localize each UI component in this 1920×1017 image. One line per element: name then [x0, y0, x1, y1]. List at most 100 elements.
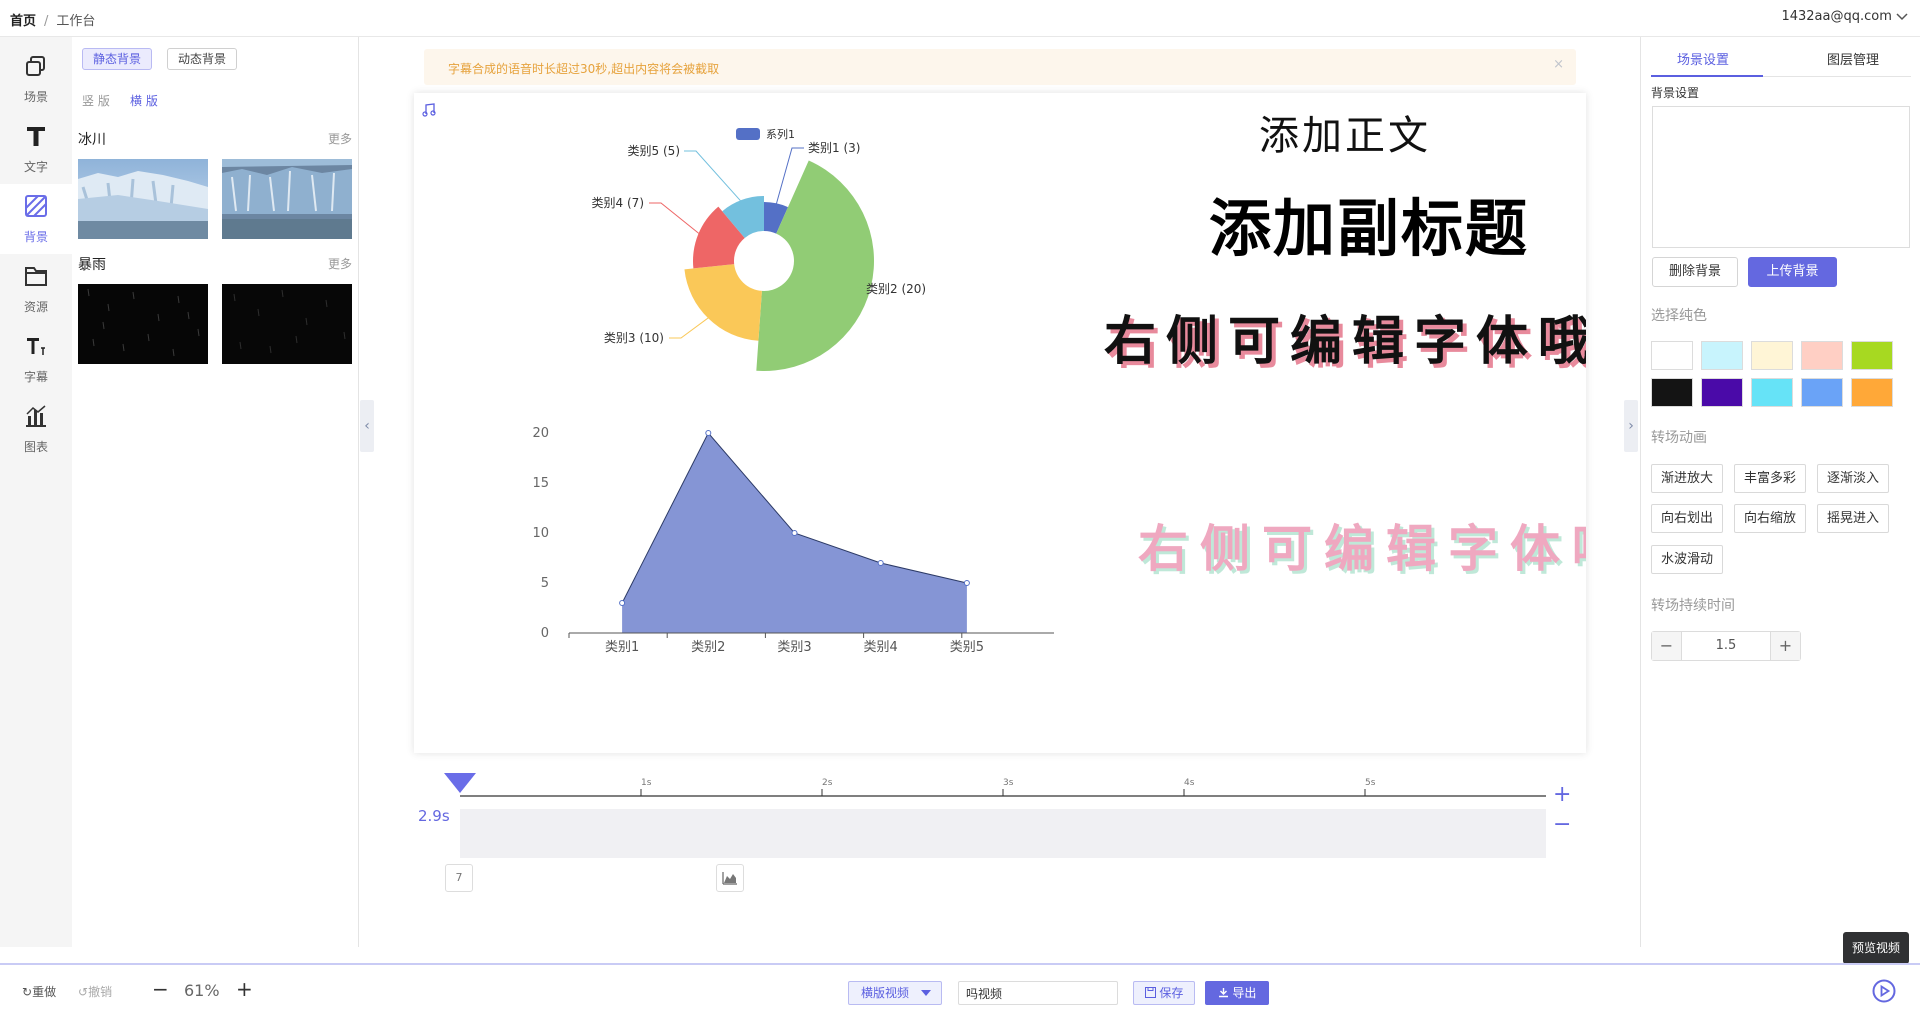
ruler-tick-label: 5s	[1365, 778, 1376, 788]
gradient-text[interactable]: 右侧可编辑字体哦	[1138, 509, 1586, 581]
duration-increase-button[interactable]: +	[1770, 632, 1800, 660]
pie-slice[interactable]	[756, 160, 874, 372]
more-link-glacier[interactable]: 更多	[328, 130, 352, 147]
color-swatch[interactable]	[1701, 341, 1743, 370]
pie-chart[interactable]: 类别1 (3) 类别2 (20) 类别3 (10) 类别4 (7) 类别5 (5) 系列…	[414, 93, 1014, 383]
sidebar-item-scene[interactable]: 场景	[0, 44, 72, 114]
playhead-icon[interactable]	[444, 773, 476, 795]
sidebar-item-subtitle[interactable]: 字幕	[0, 324, 72, 394]
save-button[interactable]: 保存	[1133, 981, 1195, 1005]
duration-decrease-button[interactable]: −	[1652, 632, 1682, 660]
orientation-landscape[interactable]: 横 版	[130, 92, 158, 109]
rainstorm-thumbnail[interactable]	[78, 284, 208, 364]
timeline-zoom-out-button[interactable]: −	[1553, 814, 1571, 836]
delete-background-button[interactable]: 删除背景	[1652, 257, 1738, 287]
zoom-level: 61%	[184, 981, 220, 1000]
transition-zoom-right[interactable]: 向右缩放	[1734, 504, 1807, 533]
collapse-left-handle[interactable]: ‹	[360, 400, 374, 452]
color-swatch[interactable]	[1751, 341, 1793, 370]
section-title-glacier: 冰川	[78, 132, 106, 148]
notice-text: 字幕合成的语音时长超过30秒,超出内容将会被截取	[448, 62, 720, 76]
tab-dynamic-background[interactable]: 动态背景	[167, 48, 238, 70]
save-label: 保存	[1159, 986, 1184, 1000]
data-point[interactable]	[619, 600, 626, 606]
pie-slice[interactable]	[684, 264, 762, 341]
undo-icon: ↺	[78, 985, 89, 999]
breadcrumb-separator: /	[44, 14, 49, 29]
data-point[interactable]	[705, 430, 712, 436]
color-swatch[interactable]	[1851, 341, 1893, 370]
upload-background-button[interactable]: 上传背景	[1748, 257, 1837, 287]
transition-slide-right[interactable]: 向右划出	[1651, 504, 1724, 533]
video-format-select[interactable]: 横版视频	[848, 981, 942, 1005]
styled-text[interactable]: 右侧可编辑字体哦	[1104, 299, 1586, 374]
timeline-ruler[interactable]: 1s 2s 3s 4s 5s	[460, 773, 1546, 797]
glacier-image	[78, 159, 208, 239]
pie-label: 类别3 (10)	[604, 331, 664, 345]
y-tick-label: 15	[532, 476, 549, 491]
close-icon[interactable]: ×	[1553, 57, 1564, 72]
zoom-in-button[interactable]: +	[236, 977, 253, 1001]
rainstorm-image	[78, 284, 208, 364]
data-point[interactable]	[877, 560, 884, 566]
breadcrumb-home[interactable]: 首页	[10, 14, 36, 29]
pie-label: 类别5 (5)	[628, 144, 680, 158]
breadcrumb: 首页 / 工作台	[10, 10, 95, 29]
scene-canvas[interactable]: 类别1 (3) 类别2 (20) 类别3 (10) 类别4 (7) 类别5 (5) 系列…	[414, 93, 1586, 753]
sidebar-item-text[interactable]: 文字	[0, 114, 72, 184]
sidebar-item-resource[interactable]: 资源	[0, 254, 72, 324]
timeline-track[interactable]	[460, 809, 1546, 858]
tab-scene-settings[interactable]: 场景设置	[1677, 49, 1729, 68]
background-library-panel: 静态背景 动态背景 竖 版 横 版 冰川 更多 暴雨 更多	[72, 37, 359, 947]
rainstorm-thumbnail[interactable]	[222, 284, 352, 364]
data-point[interactable]	[791, 530, 798, 536]
current-timecode: 2.9s	[418, 807, 450, 825]
orientation-portrait[interactable]: 竖 版	[82, 92, 110, 109]
collapse-right-handle[interactable]: ›	[1624, 400, 1638, 452]
pie-label-line	[669, 315, 712, 339]
redo-button[interactable]: ↻重做	[22, 983, 56, 1000]
color-swatch[interactable]	[1651, 341, 1693, 370]
undo-button[interactable]: ↺撤销	[78, 983, 112, 1000]
undo-label: 撤销	[88, 985, 113, 999]
transition-ripple[interactable]: 水波滑动	[1651, 545, 1724, 574]
sidebar-item-label: 场景	[23, 90, 48, 104]
chart-clip-box[interactable]	[716, 864, 744, 892]
user-menu[interactable]: 1432aa@qq.com	[1781, 9, 1908, 24]
color-swatch[interactable]	[1801, 341, 1843, 370]
sidebar-item-background[interactable]: 背景	[0, 184, 72, 254]
preview-play-icon[interactable]	[1872, 979, 1896, 1003]
video-name-input[interactable]	[958, 981, 1118, 1005]
glacier-thumbnail[interactable]	[222, 159, 352, 239]
active-tab-indicator	[1651, 75, 1763, 77]
folder-icon	[25, 267, 47, 286]
clip-count-box[interactable]: 7	[445, 864, 473, 892]
transition-colorful[interactable]: 丰富多彩	[1734, 464, 1807, 493]
color-swatch[interactable]	[1801, 378, 1843, 407]
area-chart[interactable]: 0 5 10 15 20 类别1 类别2 类别3 类别4 类别5	[414, 393, 1054, 693]
color-swatch[interactable]	[1651, 378, 1693, 407]
color-swatch[interactable]	[1851, 378, 1893, 407]
more-link-rainstorm[interactable]: 更多	[328, 255, 352, 272]
pie-label: 类别1 (3)	[808, 141, 860, 155]
color-swatch[interactable]	[1751, 378, 1793, 407]
transition-fade-in[interactable]: 逐渐淡入	[1817, 464, 1890, 493]
chart-clip-icon	[722, 872, 737, 885]
color-swatch[interactable]	[1701, 378, 1743, 407]
subtitle-text[interactable]: 添加副标题	[1209, 178, 1529, 268]
data-point[interactable]	[963, 580, 970, 586]
transition-shake-in[interactable]: 摇晃进入	[1817, 504, 1890, 533]
tab-layer-management[interactable]: 图层管理	[1827, 49, 1879, 68]
y-tick-label: 10	[532, 526, 549, 541]
duration-value[interactable]: 1.5	[1682, 632, 1770, 660]
body-text[interactable]: 添加正文	[1259, 103, 1431, 161]
x-tick-label: 类别3	[777, 640, 811, 655]
sidebar-item-chart[interactable]: 图表	[0, 394, 72, 464]
zoom-out-button[interactable]: −	[152, 977, 169, 1001]
transition-zoom-in[interactable]: 渐进放大	[1651, 464, 1724, 493]
timeline-zoom-in-button[interactable]: +	[1553, 784, 1571, 806]
user-email: 1432aa@qq.com	[1781, 9, 1892, 24]
export-button[interactable]: 导出	[1205, 981, 1269, 1005]
glacier-thumbnail[interactable]	[78, 159, 208, 239]
tab-static-background[interactable]: 静态背景	[82, 48, 153, 70]
